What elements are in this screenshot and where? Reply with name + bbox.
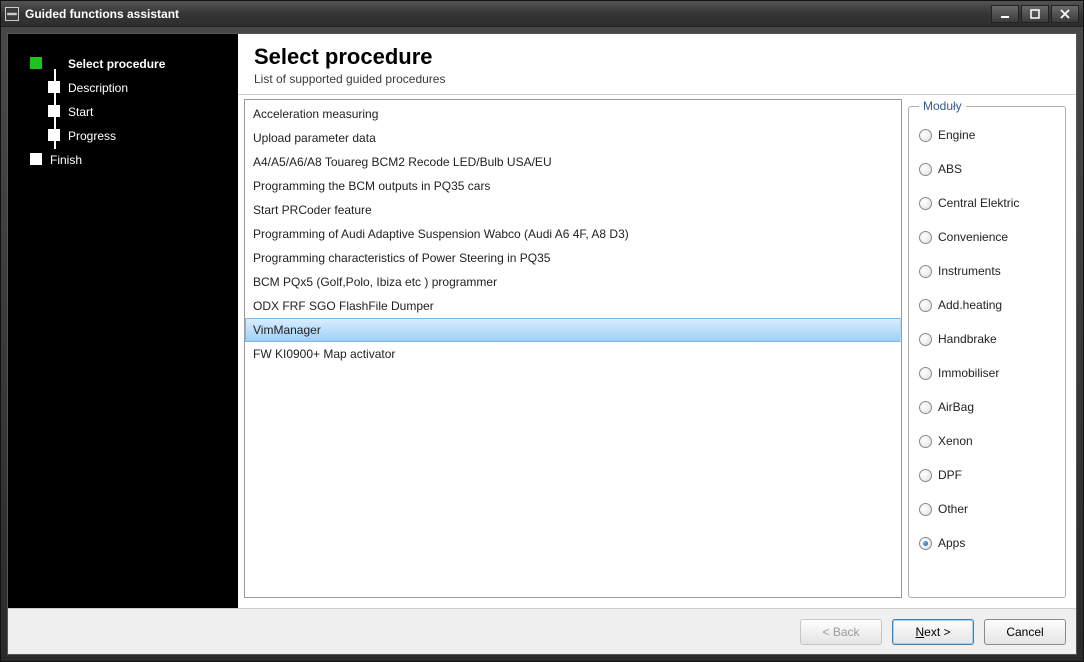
module-option[interactable]: Engine [919, 121, 1055, 149]
module-label: Apps [938, 536, 965, 550]
module-option[interactable]: AirBag [919, 393, 1055, 421]
step-label: Finish [50, 153, 82, 167]
procedure-item[interactable]: Upload parameter data [245, 126, 901, 150]
radio-icon[interactable] [919, 231, 932, 244]
step-label: Select procedure [68, 57, 165, 71]
module-option[interactable]: ABS [919, 155, 1055, 183]
minimize-button[interactable] [991, 5, 1019, 23]
titlebar[interactable]: Guided functions assistant [1, 1, 1083, 27]
module-radio-group: Engine ABS Central Elektric Convenience Inst… [919, 121, 1055, 557]
module-label: ABS [938, 162, 962, 176]
main-header: Select procedure List of supported guide… [238, 34, 1076, 94]
module-option[interactable]: Apps [919, 529, 1055, 557]
radio-icon[interactable] [919, 265, 932, 278]
module-label: Xenon [938, 434, 973, 448]
wizard-sidebar: Select procedure Description Start Progr… [8, 34, 238, 608]
back-button[interactable]: < Back [800, 619, 882, 645]
radio-icon[interactable] [919, 503, 932, 516]
procedure-item[interactable]: VimManager [245, 318, 901, 342]
procedure-item[interactable]: ODX FRF SGO FlashFile Dumper [245, 294, 901, 318]
step-label: Start [68, 105, 93, 119]
module-option[interactable]: Convenience [919, 223, 1055, 251]
module-label: Handbrake [938, 332, 997, 346]
cancel-button[interactable]: Cancel [984, 619, 1066, 645]
module-option[interactable]: DPF [919, 461, 1055, 489]
module-label: Instruments [938, 264, 1001, 278]
app-icon [5, 7, 19, 21]
module-label: Other [938, 502, 968, 516]
page-title: Select procedure [254, 44, 1060, 70]
module-label: AirBag [938, 400, 974, 414]
module-option[interactable]: Xenon [919, 427, 1055, 455]
modules-fieldset: Moduły Engine ABS Central Elektric Convenie… [908, 99, 1066, 598]
module-option[interactable]: Other [919, 495, 1055, 523]
modules-legend: Moduły [919, 99, 966, 113]
next-button[interactable]: Next > [892, 619, 974, 645]
module-label: DPF [938, 468, 962, 482]
procedure-item[interactable]: Programming of Audi Adaptive Suspension … [245, 222, 901, 246]
step-select-procedure[interactable]: Select procedure [24, 52, 228, 76]
content-area: Select procedure Description Start Progr… [7, 33, 1077, 655]
step-description[interactable]: Description [24, 76, 228, 100]
back-label: < Back [822, 625, 859, 639]
module-option[interactable]: Immobiliser [919, 359, 1055, 387]
next-accel: N [915, 625, 924, 639]
module-label: Convenience [938, 230, 1008, 244]
window-controls [991, 5, 1079, 23]
close-button[interactable] [1051, 5, 1079, 23]
procedure-item[interactable]: BCM PQx5 (Golf,Polo, Ibiza etc ) program… [245, 270, 901, 294]
step-label: Progress [68, 129, 116, 143]
procedure-item[interactable]: FW KI0900+ Map activator [245, 342, 901, 366]
module-option[interactable]: Add.heating [919, 291, 1055, 319]
radio-icon[interactable] [919, 299, 932, 312]
module-label: Add.heating [938, 298, 1002, 312]
wizard-footer: < Back Next > Cancel [8, 608, 1076, 654]
cancel-label: Cancel [1006, 625, 1043, 639]
step-label: Description [68, 81, 128, 95]
window: Guided functions assistant Select proced… [0, 0, 1084, 662]
radio-icon[interactable] [919, 197, 932, 210]
procedure-item[interactable]: Programming characteristics of Power Ste… [245, 246, 901, 270]
module-label: Central Elektric [938, 196, 1019, 210]
radio-icon[interactable] [919, 469, 932, 482]
module-option[interactable]: Central Elektric [919, 189, 1055, 217]
step-start[interactable]: Start [24, 100, 228, 124]
next-suffix: ext > [924, 625, 950, 639]
main-body: Acceleration measuringUpload parameter d… [238, 94, 1076, 608]
procedure-item[interactable]: Acceleration measuring [245, 102, 901, 126]
window-title: Guided functions assistant [25, 7, 991, 21]
radio-icon[interactable] [919, 129, 932, 142]
maximize-button[interactable] [1021, 5, 1049, 23]
wizard-steps: Select procedure Description Start Progr… [24, 52, 228, 172]
module-label: Immobiliser [938, 366, 999, 380]
procedure-item[interactable]: A4/A5/A6/A8 Touareg BCM2 Recode LED/Bulb… [245, 150, 901, 174]
radio-icon[interactable] [919, 537, 932, 550]
radio-icon[interactable] [919, 333, 932, 346]
procedure-item[interactable]: Programming the BCM outputs in PQ35 cars [245, 174, 901, 198]
page-subtitle: List of supported guided procedures [254, 72, 1060, 86]
radio-icon[interactable] [919, 435, 932, 448]
radio-icon[interactable] [919, 163, 932, 176]
procedure-list[interactable]: Acceleration measuringUpload parameter d… [245, 100, 901, 368]
module-panel: Moduły Engine ABS Central Elektric Convenie… [908, 99, 1066, 598]
upper-area: Select procedure Description Start Progr… [8, 34, 1076, 608]
step-progress[interactable]: Progress [24, 124, 228, 148]
radio-icon[interactable] [919, 367, 932, 380]
module-option[interactable]: Handbrake [919, 325, 1055, 353]
radio-icon[interactable] [919, 401, 932, 414]
module-label: Engine [938, 128, 975, 142]
module-option[interactable]: Instruments [919, 257, 1055, 285]
procedure-item[interactable]: Start PRCoder feature [245, 198, 901, 222]
procedure-list-panel: Acceleration measuringUpload parameter d… [244, 99, 902, 598]
step-finish[interactable]: Finish [24, 148, 228, 172]
main-panel: Select procedure List of supported guide… [238, 34, 1076, 608]
